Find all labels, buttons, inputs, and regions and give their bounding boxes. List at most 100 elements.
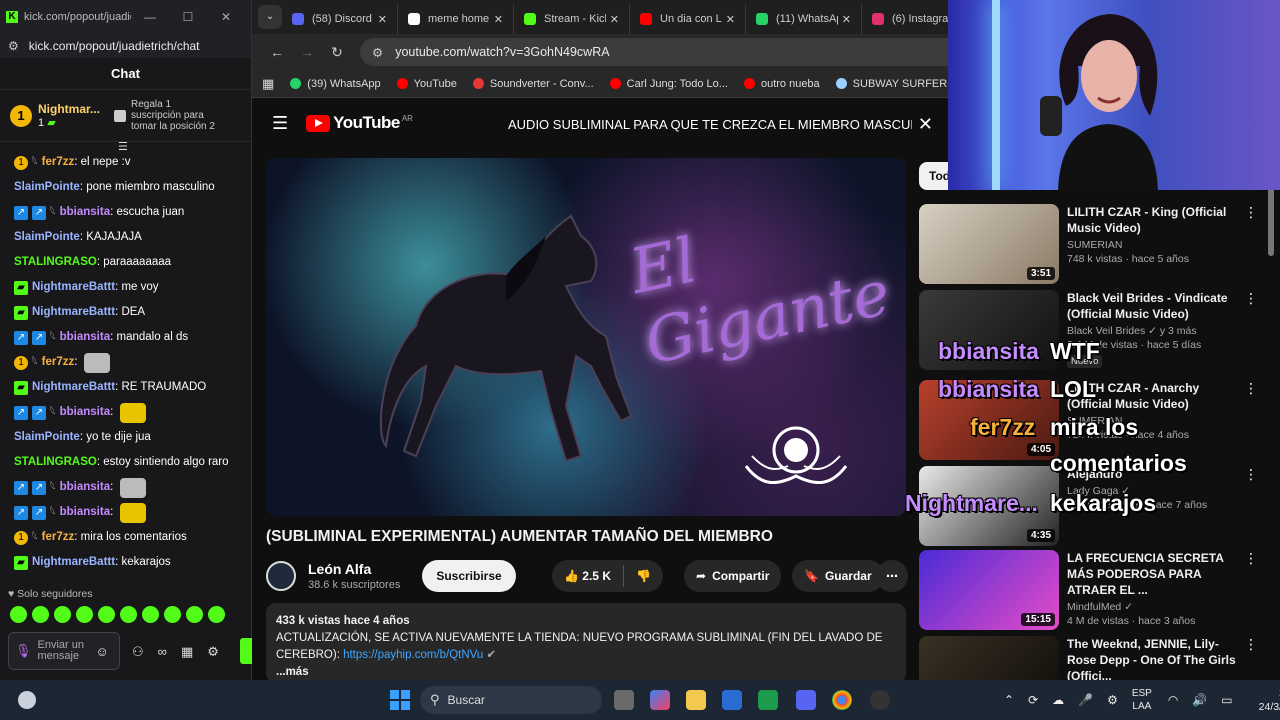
share-button[interactable]: ➦ Compartir xyxy=(684,560,782,592)
browser-tab[interactable]: (11) WhatsAp ✕ xyxy=(746,4,862,34)
kick-url-bar[interactable]: ⚙ kick.com/popout/juadietrich/chat xyxy=(0,34,251,58)
bookmark-item[interactable]: YouTube xyxy=(396,78,457,90)
chat-username[interactable]: bbiansita xyxy=(60,475,110,500)
onedrive-icon[interactable]: ☁ xyxy=(1052,693,1064,707)
tab-close-icon[interactable]: ✕ xyxy=(842,13,851,26)
recommended-channel[interactable]: MindfulMed ✓ xyxy=(1067,601,1239,613)
file-explorer-icon[interactable] xyxy=(686,690,706,710)
bookmark-item[interactable]: outro nueba xyxy=(743,78,820,90)
gift-sub-prompt[interactable]: Regala 1 suscripción para tomar la posic… xyxy=(114,99,221,132)
recommended-video-title[interactable]: LA FRECUENCIA SECRETA MÁS PODEROSA PARA … xyxy=(1067,550,1239,598)
emote-icon[interactable] xyxy=(186,606,203,623)
chat-username[interactable]: STALINGRASO xyxy=(14,250,97,275)
save-button[interactable]: 🔖 Guardar xyxy=(792,560,884,592)
apps-grid-icon[interactable]: ▦ xyxy=(262,76,274,92)
emote-icon[interactable] xyxy=(76,606,93,623)
more-vertical-icon[interactable]: ⋮ xyxy=(1243,550,1259,632)
description-link[interactable]: https://payhip.com/b/QtNVu xyxy=(343,649,483,661)
wifi-icon[interactable]: ◠ xyxy=(1168,693,1178,707)
tab-close-icon[interactable]: ✕ xyxy=(494,13,503,26)
chat-username[interactable]: bbiansita xyxy=(60,325,110,350)
show-more-link[interactable]: ...más xyxy=(276,664,896,681)
minimize-button[interactable]: — xyxy=(131,10,169,24)
recommended-channel[interactable]: SUMERIAN xyxy=(1067,239,1239,251)
settings-gear-icon[interactable]: ⚙ xyxy=(207,644,219,660)
task-view-icon[interactable] xyxy=(614,690,634,710)
more-vertical-icon[interactable]: ⋮ xyxy=(1243,466,1259,548)
recommended-video-title[interactable]: Black Veil Brides - Vindicate (Official … xyxy=(1067,290,1239,322)
emoji-picker-icon[interactable]: ☺ xyxy=(96,644,109,659)
emote-icon[interactable] xyxy=(208,606,225,623)
mic-tray-icon[interactable]: 🎤 xyxy=(1078,693,1093,707)
chat-username[interactable]: bbiansita xyxy=(60,200,110,225)
emote-icon[interactable] xyxy=(32,606,49,623)
tray-chevron-icon[interactable]: ⌃ xyxy=(1004,693,1014,707)
weather-widget-icon[interactable] xyxy=(18,691,36,709)
chat-scroll-indicator-icon[interactable]: ☰ xyxy=(118,140,128,153)
more-vertical-icon[interactable]: ⋮ xyxy=(1243,204,1259,286)
tab-close-icon[interactable]: ✕ xyxy=(378,13,387,26)
video-thumbnail[interactable]: 3:51 xyxy=(919,204,1059,284)
tab-close-icon[interactable]: ✕ xyxy=(610,13,619,26)
browser-tab[interactable]: Stream - Kick ✕ xyxy=(514,4,630,34)
chat-username[interactable]: fer7zz xyxy=(42,150,75,175)
store-icon[interactable]: ▦ xyxy=(181,644,193,660)
emote-icon[interactable] xyxy=(164,606,181,623)
channel-avatar[interactable] xyxy=(266,561,296,591)
emote-icon[interactable] xyxy=(54,606,71,623)
emote-icon[interactable] xyxy=(10,606,27,623)
chat-username[interactable]: fer7zz xyxy=(42,525,75,550)
site-settings-icon[interactable]: ⚙ xyxy=(372,45,383,60)
tray-app-icon[interactable]: ⟳ xyxy=(1028,693,1038,707)
clock[interactable]: 22:28 24/3/2026 xyxy=(1259,686,1280,714)
chat-username[interactable]: NightmareBattt xyxy=(32,300,115,325)
chat-username[interactable]: NightmareBattt xyxy=(32,375,115,400)
recommended-video[interactable]: 15:15 LA FRECUENCIA SECRETA MÁS PODEROSA … xyxy=(919,550,1259,632)
chat-username[interactable]: bbiansita xyxy=(60,500,110,525)
chat-username[interactable]: NightmareBattt xyxy=(32,275,115,300)
send-button[interactable] xyxy=(240,638,252,664)
tab-close-icon[interactable]: ✕ xyxy=(726,13,735,26)
obs-icon[interactable] xyxy=(870,690,890,710)
chat-username[interactable]: NightmareBattt xyxy=(32,550,115,575)
tab-search-chevron-icon[interactable]: ⌄ xyxy=(258,5,282,29)
excel-icon[interactable] xyxy=(758,690,778,710)
microphone-icon[interactable]: 🎙 xyxy=(15,643,32,659)
chat-username[interactable]: SlaimPointe xyxy=(14,225,80,250)
top-gifter-banner[interactable]: 1 Nightmar... 1 ▰ Regala 1 suscripción p… xyxy=(0,90,251,142)
subscribe-button[interactable]: Suscribirse xyxy=(422,560,516,592)
channel-name[interactable]: León Alfa xyxy=(308,561,400,577)
bookmark-item[interactable]: Carl Jung: Todo Lo... xyxy=(609,78,728,90)
language-indicator[interactable]: ESP LAA xyxy=(1132,687,1152,713)
settings-tray-icon[interactable]: ⚙ xyxy=(1107,693,1118,707)
taskbar-search[interactable]: ⚲ Buscar xyxy=(420,686,602,714)
more-vertical-icon[interactable]: ⋮ xyxy=(1243,380,1259,462)
start-button-icon[interactable] xyxy=(390,690,410,710)
chat-username[interactable]: STALINGRASO xyxy=(14,450,97,475)
recommended-video-title[interactable]: LILITH CZAR - King (Official Music Video… xyxy=(1067,204,1239,236)
chat-input[interactable]: 🎙 Enviar un mensaje ☺ xyxy=(8,632,120,670)
scrollbar-thumb[interactable] xyxy=(1268,186,1274,256)
chat-username[interactable]: SlaimPointe xyxy=(14,175,80,200)
dislike-button[interactable]: 👎 xyxy=(636,569,651,583)
volume-icon[interactable]: 🔊 xyxy=(1192,693,1207,707)
chat-username[interactable]: SlaimPointe xyxy=(14,425,80,450)
back-arrow-icon[interactable]: ← xyxy=(262,44,292,60)
browser-tab[interactable]: (58) Discord ✕ xyxy=(282,4,398,34)
recommended-channel[interactable]: Black Veil Brides ✓ y 3 más xyxy=(1067,325,1239,337)
copilot-icon[interactable] xyxy=(650,690,670,710)
recommended-video-title[interactable]: The Weeknd, JENNIE, Lily-Rose Depp - One… xyxy=(1067,636,1239,684)
emote-icon[interactable] xyxy=(98,606,115,623)
page-scrollbar[interactable] xyxy=(1268,186,1274,676)
youtube-logo[interactable]: YouTube AR xyxy=(306,113,413,133)
reload-icon[interactable]: ↻ xyxy=(322,44,352,61)
word-icon[interactable] xyxy=(722,690,742,710)
bookmark-item[interactable]: Soundverter - Conv... xyxy=(472,78,594,90)
recommended-video[interactable]: 3:51 LILITH CZAR - King (Official Music V… xyxy=(919,204,1259,286)
bookmark-item[interactable]: (39) WhatsApp xyxy=(290,78,381,90)
battery-icon[interactable]: ▭ xyxy=(1221,693,1232,707)
forward-arrow-icon[interactable]: → xyxy=(292,44,322,60)
browser-tab[interactable]: meme home ✕ xyxy=(398,4,514,34)
video-thumbnail[interactable]: 15:15 xyxy=(919,550,1059,630)
chat-username[interactable]: bbiansita xyxy=(60,400,110,425)
